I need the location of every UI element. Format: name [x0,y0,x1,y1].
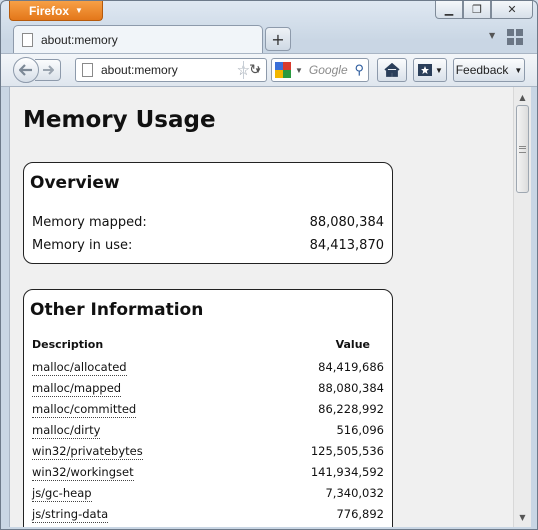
overview-row: Memory in use: 84,413,870 [32,238,384,258]
magnifier-icon[interactable]: ⚲ [354,62,364,78]
table-row: win32/privatebytes 125,505,536 [32,444,384,462]
reporter-value: 7,340,032 [325,486,384,500]
restore-button[interactable]: ❐ [463,1,491,19]
bookmarks-button[interactable]: ▼ [413,58,447,82]
chevron-down-icon: ▼ [435,65,443,75]
overview-value: 88,080,384 [309,215,384,230]
reporter-key[interactable]: win32/privatebytes [32,444,143,460]
search-placeholder[interactable]: Google [309,63,348,77]
chevron-down-icon: ▼ [75,6,83,15]
back-arrow-icon [19,64,32,76]
forward-arrow-icon [42,65,54,75]
reporter-value: 516,096 [336,423,384,437]
chevron-down-icon: ▼ [514,65,523,75]
overview-label: Memory in use: [32,238,133,253]
reporter-key[interactable]: malloc/mapped [32,381,122,397]
back-button[interactable] [13,57,39,83]
home-button[interactable] [377,58,407,82]
url-bar[interactable]: about:memory ☆ ▼ [75,58,267,82]
tab-title: about:memory [41,32,118,47]
reporter-value: 88,080,384 [318,381,384,395]
scroll-up-arrow-icon[interactable]: ▲ [514,89,531,105]
column-header-value: Value [335,338,370,351]
overview-panel: Overview Memory mapped: 88,080,384 Memor… [23,162,393,264]
reporter-value: 776,892 [336,507,384,521]
reporter-value: 86,228,992 [318,402,384,416]
overview-label: Memory mapped: [32,215,147,230]
tab-about-memory[interactable]: about:memory [13,25,263,53]
scrollbar-thumb[interactable] [516,105,529,193]
table-row: malloc/committed 86,228,992 [32,402,384,420]
tab-list-dropdown-icon[interactable]: ▼ [489,31,495,40]
plus-icon: + [271,29,285,49]
window-border [1,527,537,529]
reporter-value: 84,419,686 [318,360,384,374]
page-title: Memory Usage [23,107,216,133]
feedback-button[interactable]: Feedback ▼ [453,58,525,82]
navigation-toolbar: about:memory ☆ ▼ ↻ ▼ Google ⚲ ▼ Feedback… [1,53,537,87]
overview-value: 84,413,870 [309,238,384,253]
grip-icon [519,145,526,153]
back-forward-group [13,57,67,83]
reporter-key[interactable]: malloc/dirty [32,423,101,439]
bookmarks-icon [418,64,433,76]
search-engine-dropdown-icon[interactable]: ▼ [295,66,303,75]
firefox-menu-button[interactable]: Firefox ▼ [9,1,103,21]
page-icon [22,32,33,47]
tab-groups-icon[interactable] [507,29,523,45]
table-row: malloc/allocated 84,419,686 [32,360,384,378]
table-row: js/string-data 776,892 [32,507,384,525]
feedback-label: Feedback [455,63,509,77]
minimize-button[interactable]: ▁ [435,1,463,19]
overview-heading: Overview [30,173,120,193]
reporter-value: 141,934,592 [310,465,384,479]
reporter-key[interactable]: win32/workingset [32,465,134,481]
reload-button[interactable]: ↻ [243,61,266,79]
window-controls: ▁ ❐ ✕ [435,1,533,19]
reporter-key[interactable]: malloc/allocated [32,360,127,376]
reporter-key[interactable]: js/gc-heap [32,486,92,502]
home-icon [384,63,400,77]
browser-window: Firefox ▼ ▁ ❐ ✕ about:memory + ▼ about:m… [0,0,538,530]
search-bar[interactable]: ▼ Google ⚲ [271,58,369,82]
close-icon: ✕ [507,3,517,16]
reporter-key[interactable]: js/string-data [32,507,109,523]
other-information-panel: Other Information Description Value mall… [23,289,393,527]
reporter-value: 125,505,536 [310,444,384,458]
vertical-scrollbar[interactable]: ▲ ▼ [513,87,531,527]
overview-row: Memory mapped: 88,080,384 [32,215,384,235]
restore-icon: ❐ [472,3,482,16]
table-row: malloc/dirty 516,096 [32,423,384,441]
scroll-down-arrow-icon[interactable]: ▼ [514,509,531,525]
new-tab-button[interactable]: + [265,27,291,51]
table-row: js/gc-heap 7,340,032 [32,486,384,504]
google-engine-icon[interactable] [275,62,291,78]
site-identity-icon[interactable] [82,63,93,77]
page-content: Memory Usage Overview Memory mapped: 88,… [9,87,514,527]
minimize-icon: ▁ [444,3,454,16]
column-header-description: Description [32,338,104,351]
table-row: win32/workingset 141,934,592 [32,465,384,483]
table-row: malloc/mapped 88,080,384 [32,381,384,399]
url-text[interactable]: about:memory [101,63,237,77]
reload-icon: ↻ [249,62,261,78]
close-window-button[interactable]: ✕ [491,1,533,19]
firefox-menu-label: Firefox [29,3,70,18]
reporter-key[interactable]: malloc/committed [32,402,137,418]
other-information-heading: Other Information [30,300,204,320]
